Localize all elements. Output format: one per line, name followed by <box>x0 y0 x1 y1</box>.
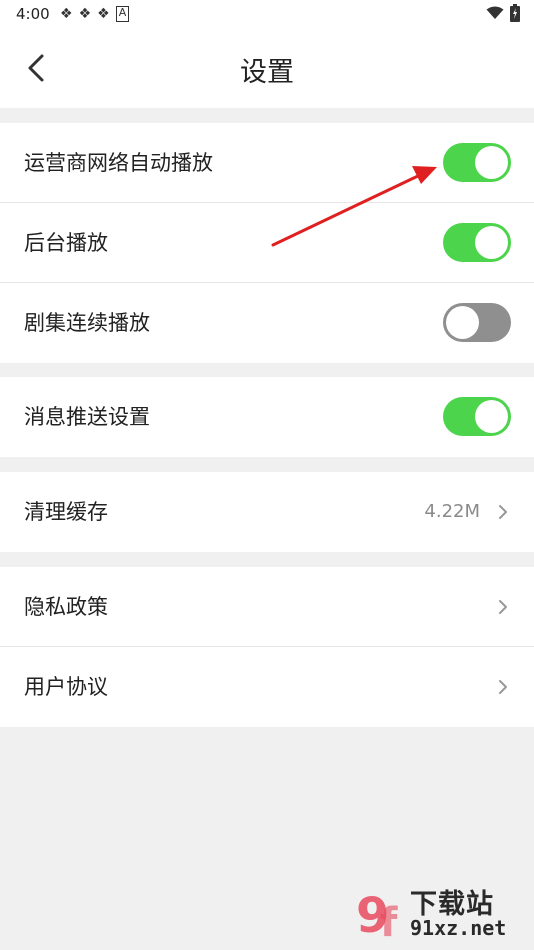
setting-row-push-notifications: 消息推送设置 <box>0 377 534 457</box>
page-title: 设置 <box>240 57 294 88</box>
toggle-knob <box>475 226 508 259</box>
cache-size-value: 4.22M <box>424 501 480 522</box>
setting-label: 运营商网络自动播放 <box>24 151 213 175</box>
toggle-knob <box>446 306 479 339</box>
setting-label: 剧集连续播放 <box>24 311 150 335</box>
toggle-knob <box>475 146 508 179</box>
continuous-play-toggle[interactable] <box>443 303 511 342</box>
setting-row-clear-cache[interactable]: 清理缓存 4.22M <box>0 472 534 552</box>
wifi-icon <box>486 6 504 19</box>
setting-row-background-play: 后台播放 <box>0 203 534 283</box>
carrier-autoplay-toggle[interactable] <box>443 143 511 182</box>
watermark-bottom-text: 91xz.net <box>410 916 507 940</box>
chevron-right-icon <box>499 505 507 519</box>
setting-row-continuous-play: 剧集连续播放 <box>0 283 534 363</box>
a-icon: A <box>115 6 130 22</box>
status-right-icons <box>486 4 520 22</box>
notification-icon: ❖ <box>97 6 110 22</box>
setting-label: 后台播放 <box>24 231 108 255</box>
header: 设置 <box>0 28 534 108</box>
setting-label: 清理缓存 <box>24 500 108 524</box>
status-bar: 4:00 ❖ ❖ ❖ A <box>0 0 534 28</box>
setting-row-user-agreement[interactable]: 用户协议 <box>0 647 534 727</box>
setting-row-privacy-policy[interactable]: 隐私政策 <box>0 567 534 647</box>
watermark-logo: 9 f <box>356 888 398 940</box>
chevron-right-icon <box>499 680 507 694</box>
background-play-toggle[interactable] <box>443 223 511 262</box>
setting-label: 消息推送设置 <box>24 405 150 429</box>
settings-group-cache: 清理缓存 4.22M <box>0 472 534 552</box>
settings-group-notifications: 消息推送设置 <box>0 377 534 457</box>
status-left-icons: ❖ ❖ ❖ A <box>60 6 130 22</box>
settings-group-playback: 运营商网络自动播放 后台播放 剧集连续播放 <box>0 123 534 363</box>
status-time: 4:00 <box>16 5 50 23</box>
setting-label: 隐私政策 <box>24 595 108 619</box>
push-notifications-toggle[interactable] <box>443 397 511 436</box>
notification-icon: ❖ <box>60 6 73 22</box>
setting-label: 用户协议 <box>24 675 108 699</box>
settings-group-legal: 隐私政策 用户协议 <box>0 567 534 727</box>
setting-row-carrier-autoplay: 运营商网络自动播放 <box>0 123 534 203</box>
site-watermark: 9 f 下载站 91xz.net <box>356 882 526 944</box>
notification-icon: ❖ <box>78 6 92 22</box>
toggle-knob <box>475 400 508 433</box>
svg-text:f: f <box>380 900 398 940</box>
chevron-right-icon <box>499 600 507 614</box>
battery-icon <box>510 4 520 22</box>
